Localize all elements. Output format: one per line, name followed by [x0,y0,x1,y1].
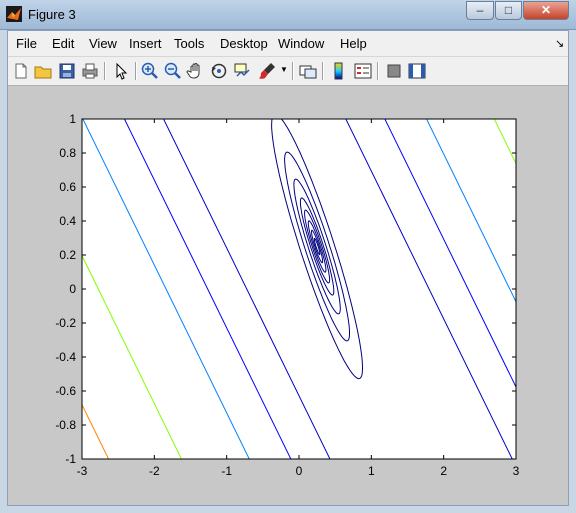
figure-toolbar: ▼ [8,56,568,86]
figure-canvas: -3 -2 -1 0 1 2 3 -1 -0.8 -0.6 -0.4 -0.2 0 0.2 0.4 0.6 0.… [8,86,568,505]
data-cursor-icon[interactable] [232,61,252,81]
menu-edit[interactable]: Edit [52,36,74,51]
x-tick-label: -3 [77,464,88,478]
y-tick-label: -0.2 [55,316,76,330]
save-icon[interactable] [57,61,77,81]
x-tick-label: 0 [296,464,303,478]
menu-tools[interactable]: Tools [174,36,204,51]
contour-plot[interactable]: -3 -2 -1 0 1 2 3 -1 -0.8 -0.6 -0.4 -0.2 0 0.2 0.4 0.6 0.… [8,86,568,505]
y-tick-label: -0.8 [55,418,76,432]
x-tick-label: -2 [149,464,160,478]
menu-insert[interactable]: Insert [129,36,162,51]
show-plot-tools-icon[interactable] [407,61,427,81]
y-tick-label: 0.2 [59,248,76,262]
legend-icon[interactable] [353,61,373,81]
y-tick-label: 0.6 [59,180,76,194]
rotate-3d-icon[interactable] [209,61,229,81]
print-icon[interactable] [80,61,100,81]
hide-plot-tools-icon[interactable] [384,61,404,81]
window-title: Figure 3 [28,7,76,22]
y-tick-label: 0.8 [59,146,76,160]
y-tick-label: -1 [65,452,76,466]
pan-hand-icon[interactable] [186,61,206,81]
x-tick-label: 3 [513,464,520,478]
colorbar-icon[interactable] [329,61,349,81]
minimize-button[interactable]: – [466,1,494,20]
close-button[interactable]: ✕ [523,1,569,20]
zoom-out-icon[interactable] [163,61,183,81]
y-tick-label: -0.4 [55,350,76,364]
dock-arrow-icon[interactable]: ↘ [555,37,564,50]
figure-window: File Edit View Insert Tools Desktop Wind… [7,30,569,506]
menu-desktop[interactable]: Desktop [220,36,268,51]
brush-icon[interactable] [257,61,277,81]
menu-view[interactable]: View [89,36,117,51]
menu-window[interactable]: Window [278,36,324,51]
link-plot-icon[interactable] [298,61,318,81]
x-tick-label: -1 [221,464,232,478]
maximize-button[interactable]: □ [495,1,522,20]
axes-background [82,119,516,459]
menu-help[interactable]: Help [340,36,367,51]
y-tick-label: 1 [69,112,76,126]
contour-line-9 [8,86,92,505]
menu-bar: File Edit View Insert Tools Desktop Wind… [8,31,568,55]
y-tick-label: -0.6 [55,384,76,398]
edit-plot-arrow-icon[interactable] [111,61,131,81]
menu-file[interactable]: File [16,36,37,51]
x-tick-label: 2 [440,464,447,478]
window-titlebar[interactable]: Figure 3 – □ ✕ [0,0,576,30]
open-file-icon[interactable] [33,61,53,81]
brush-dropdown-icon[interactable]: ▼ [280,65,288,74]
zoom-in-icon[interactable] [140,61,160,81]
new-figure-icon[interactable] [11,61,31,81]
x-tick-label: 1 [368,464,375,478]
matlab-logo-icon [6,6,22,22]
y-tick-label: 0 [69,282,76,296]
y-tick-label: 0.4 [59,214,76,228]
